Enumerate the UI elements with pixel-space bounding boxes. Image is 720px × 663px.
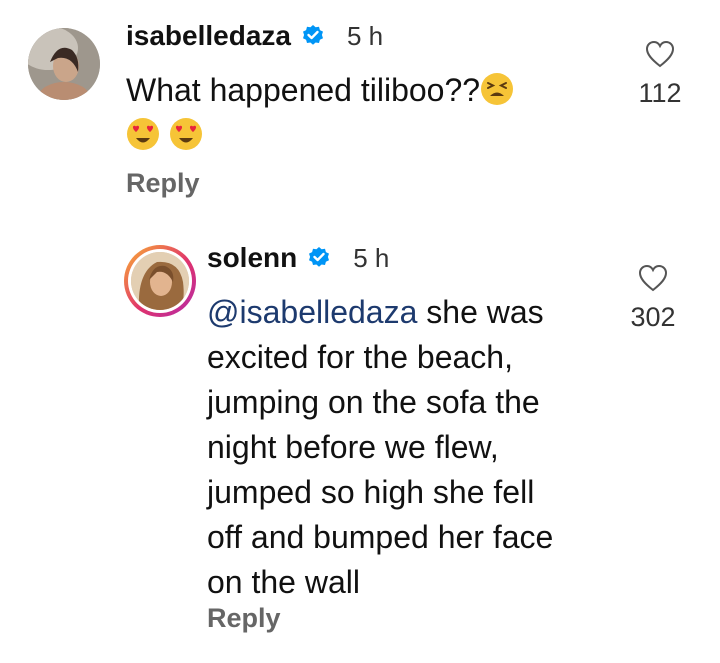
comment-line-text: she was [417, 294, 544, 330]
heart-eyes-emoji-icon [169, 118, 202, 150]
reply-button[interactable]: Reply [126, 168, 200, 199]
timestamp: 5 h [353, 242, 390, 273]
timestamp: 5 h [346, 20, 384, 51]
comment-line: on the wall [207, 564, 360, 600]
username[interactable]: solenn [207, 242, 297, 274]
avatar[interactable] [28, 28, 100, 100]
avatar-photo [28, 28, 100, 100]
avatar[interactable] [124, 245, 196, 317]
comment-text: @isabelledaza she was excited for the be… [207, 290, 617, 605]
mention-link[interactable]: @isabelledaza [207, 294, 417, 330]
like-count: 302 [630, 302, 676, 332]
verified-badge-icon [302, 25, 323, 45]
comment-line: night before we flew, [207, 429, 499, 465]
avatar-photo [131, 252, 189, 310]
comment-line: @isabelledaza she was [207, 290, 617, 335]
comment-text: What happened tiliboo?? [126, 68, 596, 158]
comment-header: solenn 5 h [207, 242, 389, 274]
comment-line: jumping on the sofa the [207, 384, 540, 420]
heart-icon[interactable] [638, 264, 668, 292]
tired-face-emoji-icon [481, 73, 514, 105]
comment-text-content: What happened tiliboo?? [126, 72, 481, 108]
reply-button[interactable]: Reply [207, 603, 281, 634]
like-control: 112 [625, 40, 695, 109]
comment-header: isabelledaza 5 h [126, 20, 383, 52]
comment-line: jumped so high she fell [207, 474, 535, 510]
username[interactable]: isabelledaza [126, 20, 291, 52]
heart-eyes-emoji-icon [127, 118, 159, 150]
comment-line: off and bumped her face [207, 519, 554, 555]
like-control: 302 [618, 264, 688, 333]
comment-line: excited for the beach, [207, 339, 513, 375]
avatar-ring-gap [128, 249, 192, 313]
heart-icon[interactable] [645, 40, 675, 68]
verified-badge-icon [309, 247, 330, 267]
like-count: 112 [638, 78, 682, 108]
